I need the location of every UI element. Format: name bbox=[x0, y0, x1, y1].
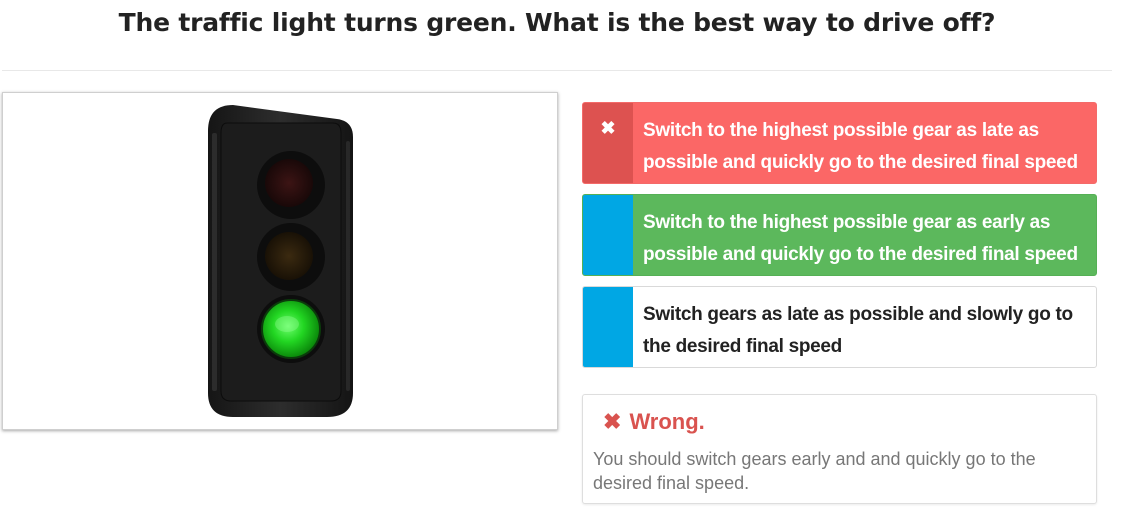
traffic-light-illustration bbox=[208, 105, 353, 417]
feedback-header: ✖ Wrong. bbox=[603, 409, 705, 435]
traffic-light-icon bbox=[208, 105, 353, 417]
question-image bbox=[2, 92, 558, 430]
amber-lamp bbox=[265, 232, 313, 280]
answer-option-3[interactable]: Switch gears as late as possible and slo… bbox=[582, 286, 1097, 368]
answer-2-text: Switch to the highest possible gear as e… bbox=[643, 212, 1078, 265]
cross-icon: ✖ bbox=[603, 409, 622, 434]
answer-3-text: Switch gears as late as possible and slo… bbox=[643, 304, 1073, 357]
feedback-status: Wrong. bbox=[629, 409, 705, 434]
divider bbox=[2, 70, 1112, 71]
answer-1-text: Switch to the highest possible gear as l… bbox=[643, 120, 1078, 173]
question-title: The traffic light turns green. What is t… bbox=[118, 8, 996, 37]
cross-icon: ✖ bbox=[600, 118, 616, 138]
answer-1-marker: ✖ bbox=[583, 103, 633, 183]
answer-option-2[interactable]: Switch to the highest possible gear as e… bbox=[582, 194, 1097, 276]
red-lamp bbox=[265, 159, 313, 207]
answer-3-marker bbox=[583, 287, 633, 367]
feedback-panel: ✖ Wrong. You should switch gears early a… bbox=[582, 394, 1097, 504]
feedback-explanation: You should switch gears early and and qu… bbox=[593, 449, 1036, 493]
answer-2-marker bbox=[583, 195, 633, 275]
answer-option-1[interactable]: ✖ Switch to the highest possible gear as… bbox=[582, 102, 1097, 184]
